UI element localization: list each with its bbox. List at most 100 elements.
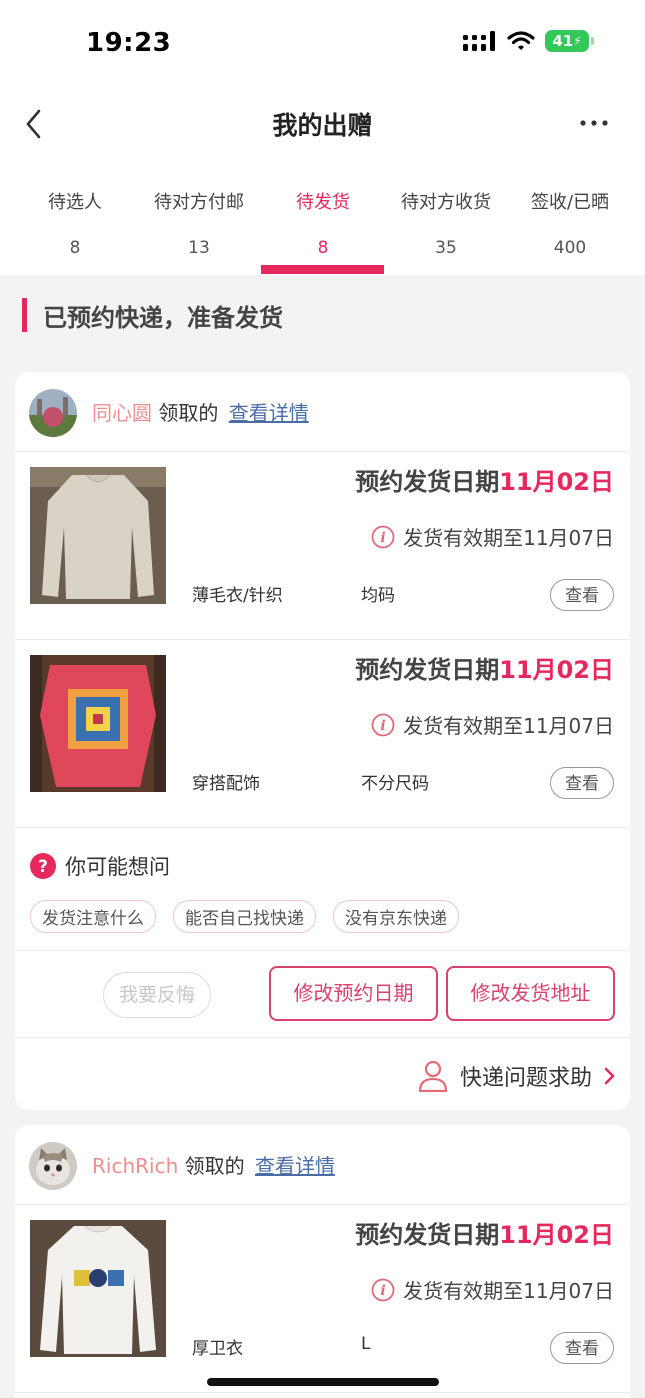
tab-label: 待对方收货 <box>401 192 491 213</box>
faq-title: ? 你可能想问 <box>30 851 170 881</box>
status-bar: 19:23 41 ⚡ <box>0 0 645 88</box>
wifi-icon <box>507 31 535 50</box>
tab-count: 8 <box>69 238 81 258</box>
tab-label: 待选人 <box>48 192 102 213</box>
product-image-sweatshirt[interactable] <box>30 1220 166 1357</box>
view-button[interactable]: 查看 <box>550 767 614 799</box>
person-icon <box>418 1060 448 1092</box>
faq-chip-own-courier[interactable]: 能否自己找快递 <box>173 900 316 933</box>
battery-level: 41 <box>552 32 574 50</box>
item-category: 薄毛衣/针织 <box>192 586 283 606</box>
info-icon: i <box>371 1278 395 1301</box>
tab-waiting-postage[interactable]: 待对方付邮 13 <box>137 188 261 258</box>
validity-text: 发货有效期至11月07日 <box>403 526 614 550</box>
courier-help-label: 快递问题求助 <box>459 1066 592 1091</box>
receiver-username[interactable]: 同心圆 <box>92 401 152 425</box>
section-header: 已预约快递，准备发货 <box>22 298 283 332</box>
faq-section: ? 你可能想问 发货注意什么 能否自己找快递 没有京东快递 <box>15 828 630 951</box>
active-tab-indicator <box>261 265 384 274</box>
item-size: 不分尺码 <box>361 774 429 794</box>
product-image-sweater[interactable] <box>30 467 166 604</box>
receiver-username[interactable]: RichRich <box>92 1154 178 1178</box>
courier-help-link[interactable]: 快递问题求助 <box>418 1060 616 1092</box>
card-header-text: RichRich 领取的 查看详情 <box>92 1150 335 1179</box>
tab-count: 13 <box>188 238 210 258</box>
svg-text:i: i <box>380 718 385 734</box>
ship-date: 预约发货日期11月02日 <box>355 650 614 685</box>
cellular-signal-icon <box>463 31 495 51</box>
info-icon: i <box>371 713 395 736</box>
ship-date-value: 11月02日 <box>499 1221 614 1249</box>
more-options-icon[interactable] <box>579 108 609 138</box>
faq-chips: 发货注意什么 能否自己找快递 没有京东快递 <box>30 900 459 933</box>
info-icon: i <box>371 525 395 548</box>
faq-chip-no-jd-express[interactable]: 没有京东快递 <box>333 900 459 933</box>
status-icons: 41 ⚡ <box>463 30 594 52</box>
card-header-text: 同心圆 领取的 查看详情 <box>92 397 309 426</box>
card-header: RichRich 领取的 查看详情 <box>15 1125 630 1205</box>
received-label: 领取的 <box>158 401 219 425</box>
list-item: 预约发货日期11月02日 i 发货有效期至11月07日 穿搭配饰 不分尺码 查看 <box>15 640 630 828</box>
ship-date: 预约发货日期11月02日 <box>355 1215 614 1250</box>
validity-notice: i 发货有效期至11月07日 <box>371 522 614 551</box>
item-size: L <box>361 1334 371 1354</box>
ship-date: 预约发货日期11月02日 <box>355 462 614 497</box>
modify-address-button[interactable]: 修改发货地址 <box>446 966 615 1021</box>
list-item: 预约发货日期11月02日 i 发货有效期至11月07日 厚卫衣 L 查看 <box>15 1205 630 1393</box>
status-time: 19:23 <box>86 28 172 58</box>
order-card: RichRich 领取的 查看详情 预约发货日期11月02日 i 发货有效期至1… <box>15 1125 630 1398</box>
received-label: 领取的 <box>184 1154 245 1178</box>
tab-count: 8 <box>317 238 329 258</box>
charging-bolt-icon: ⚡ <box>573 34 582 48</box>
faq-chip-shipping-notes[interactable]: 发货注意什么 <box>30 900 156 933</box>
tab-waiting-select[interactable]: 待选人 8 <box>13 188 137 258</box>
svg-text:?: ? <box>38 857 48 877</box>
item-category: 穿搭配饰 <box>192 774 260 794</box>
question-icon: ? <box>30 853 56 879</box>
regret-button[interactable]: 我要反悔 <box>103 972 211 1018</box>
item-size: 均码 <box>361 586 395 606</box>
view-detail-link[interactable]: 查看详情 <box>255 1154 335 1178</box>
modify-date-button[interactable]: 修改预约日期 <box>269 966 438 1021</box>
product-image-accessory[interactable] <box>30 655 166 792</box>
tab-label: 签收/已晒 <box>530 192 610 213</box>
view-button[interactable]: 查看 <box>550 1332 614 1364</box>
validity-text: 发货有效期至11月07日 <box>403 714 614 738</box>
view-button[interactable]: 查看 <box>550 579 614 611</box>
view-detail-link[interactable]: 查看详情 <box>229 401 309 425</box>
ship-date-label: 预约发货日期 <box>355 656 500 684</box>
ship-date-value: 11月02日 <box>499 468 614 496</box>
svg-text:i: i <box>380 1283 385 1299</box>
item-category: 厚卫衣 <box>192 1339 243 1359</box>
ship-date-label: 预约发货日期 <box>355 1221 500 1249</box>
tab-count: 400 <box>553 238 587 258</box>
page-title: 我的出赠 <box>272 111 373 140</box>
tab-label: 待发货 <box>296 192 350 213</box>
tab-signed-shown[interactable]: 签收/已晒 400 <box>508 188 632 258</box>
avatar[interactable] <box>29 389 77 437</box>
validity-notice: i 发货有效期至11月07日 <box>371 1275 614 1304</box>
home-indicator <box>207 1378 439 1386</box>
section-title: 已预约快递，准备发货 <box>43 303 283 332</box>
section-accent-bar <box>22 298 27 332</box>
order-card: 同心圆 领取的 查看详情 预约发货日期11月02日 i 发货有效期至11月07日… <box>15 372 630 1110</box>
chevron-right-icon <box>604 1067 615 1085</box>
tab-waiting-ship[interactable]: 待发货 8 <box>261 188 385 258</box>
ship-date-label: 预约发货日期 <box>355 468 500 496</box>
tab-count: 35 <box>435 238 457 258</box>
card-actions: 我要反悔 修改预约日期 修改发货地址 <box>15 951 630 1038</box>
status-tabs: 待选人 8 待对方付邮 13 待发货 8 待对方收货 35 签收/已晒 400 <box>0 168 645 275</box>
faq-title-text: 你可能想问 <box>65 855 170 879</box>
courier-help: 快递问题求助 <box>15 1038 630 1110</box>
svg-text:i: i <box>380 530 385 546</box>
battery-icon: 41 ⚡ <box>545 30 594 52</box>
avatar[interactable] <box>29 1142 77 1190</box>
navigation-bar: 我的出赠 <box>0 88 645 168</box>
list-item: 预约发货日期11月02日 i 发货有效期至11月07日 薄毛衣/针织 均码 查看 <box>15 452 630 640</box>
tab-waiting-receive[interactable]: 待对方收货 35 <box>384 188 508 258</box>
validity-text: 发货有效期至11月07日 <box>403 1279 614 1303</box>
ship-date-value: 11月02日 <box>499 656 614 684</box>
validity-notice: i 发货有效期至11月07日 <box>371 710 614 739</box>
tab-label: 待对方付邮 <box>154 192 244 213</box>
card-header: 同心圆 领取的 查看详情 <box>15 372 630 452</box>
